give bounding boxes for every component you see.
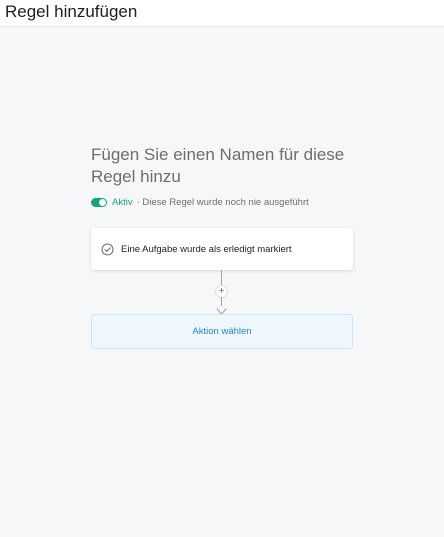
choose-action-label: Aktion wählen	[192, 326, 252, 337]
status-active-label: Aktiv	[112, 196, 133, 208]
check-circle-icon	[101, 243, 114, 256]
arrow-down-icon	[216, 303, 227, 315]
toggle-knob	[99, 198, 106, 206]
status-description: · Diese Regel wurde noch nie ausgeführt	[136, 196, 309, 208]
active-toggle[interactable]	[91, 197, 107, 207]
title-bar: Regel hinzufügen	[0, 0, 444, 27]
connector-line-top	[221, 270, 222, 285]
window-title: Regel hinzufügen	[5, 2, 138, 21]
rule-name-input[interactable]: Fügen Sie einen Namen für diese Regel hi…	[91, 144, 353, 188]
rule-status: Aktiv · Diese Regel wurde noch nie ausge…	[91, 195, 309, 209]
trigger-label: Eine Aufgabe wurde als erledigt markiert	[121, 243, 292, 255]
rule-editor-canvas	[0, 28, 444, 537]
trigger-card[interactable]: Eine Aufgabe wurde als erledigt markiert	[91, 228, 353, 270]
choose-action-button[interactable]: Aktion wählen	[91, 314, 353, 349]
